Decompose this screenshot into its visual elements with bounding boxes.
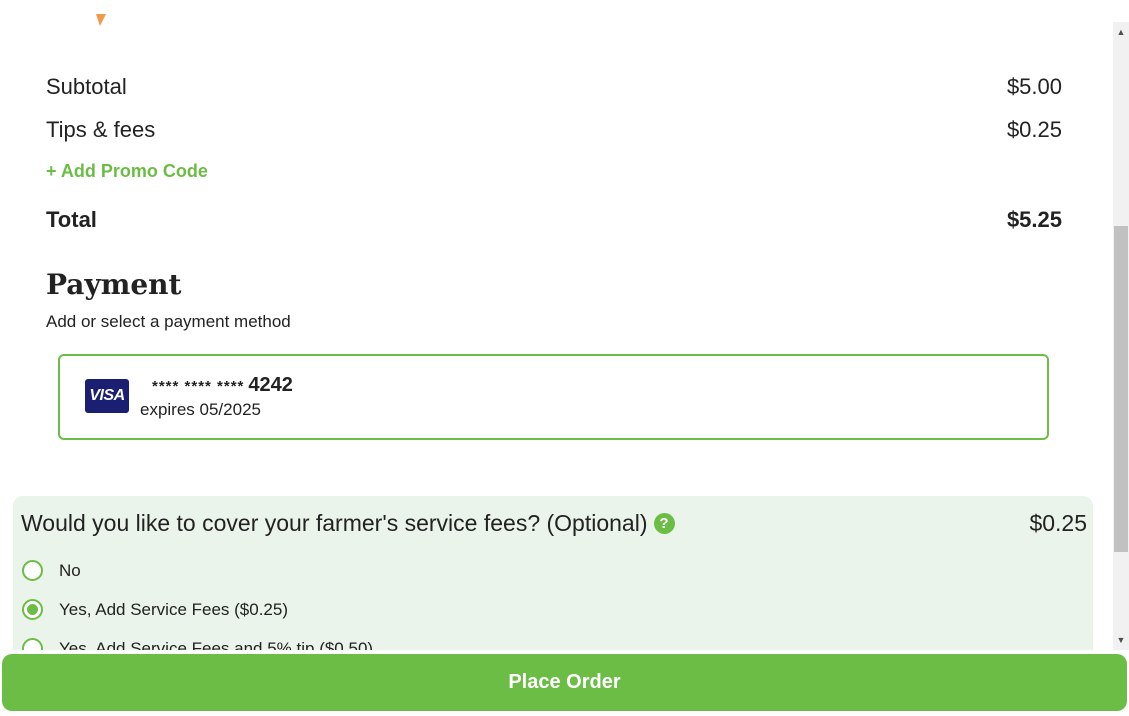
- total-label: Total: [46, 207, 97, 232]
- payment-subtitle: Add or select a payment method: [46, 312, 291, 331]
- service-fee-option-yes-tip[interactable]: Yes, Add Service Fees and 5% tip ($0.50): [22, 638, 373, 650]
- service-fee-option-no[interactable]: No: [22, 560, 81, 581]
- payment-heading: Payment: [46, 268, 182, 301]
- service-fee-panel: Would you like to cover your farmer's se…: [13, 496, 1093, 650]
- service-fee-option-label: Yes, Add Service Fees ($0.25): [59, 599, 289, 619]
- visa-icon: VISA: [85, 379, 129, 413]
- question-circle-icon[interactable]: ?: [653, 513, 675, 534]
- service-fee-option-label: No: [59, 560, 81, 580]
- card-masked-digits: **** **** ****: [152, 378, 245, 395]
- card-number: **** **** **** 4242: [152, 374, 293, 397]
- service-fee-amount: $0.25: [1029, 510, 1087, 536]
- subtotal-value: $5.00: [1006, 74, 1062, 99]
- radio-button[interactable]: [22, 638, 43, 650]
- total-row: Total $5.25: [46, 207, 1062, 233]
- total-value: $5.25: [1006, 207, 1062, 232]
- logo-fragment-icon: [96, 14, 106, 26]
- vertical-scrollbar[interactable]: ▲ ▼: [1113, 22, 1129, 650]
- service-fee-question: Would you like to cover your farmer's se…: [21, 510, 675, 537]
- scrollbar-thumb[interactable]: [1114, 226, 1128, 552]
- arrow-down-icon[interactable]: ▼: [1113, 632, 1129, 648]
- card-brand-label: VISA: [89, 387, 125, 404]
- fees-row: Tips & fees $0.25: [46, 117, 1062, 143]
- subtotal-row: Subtotal $5.00: [46, 74, 1062, 100]
- fees-label: Tips & fees: [46, 117, 156, 142]
- card-last4: 4242: [248, 374, 293, 396]
- arrow-up-icon[interactable]: ▲: [1113, 24, 1129, 40]
- subtotal-label: Subtotal: [46, 74, 127, 99]
- card-expiry: expires 05/2025: [140, 400, 261, 419]
- place-order-button[interactable]: Place Order: [2, 654, 1127, 711]
- service-fee-question-text: Would you like to cover your farmer's se…: [21, 510, 648, 536]
- add-promo-code-link[interactable]: + Add Promo Code: [46, 161, 208, 182]
- service-fee-option-label: Yes, Add Service Fees and 5% tip ($0.50): [59, 638, 374, 651]
- payment-card-option[interactable]: VISA **** **** **** 4242 expires 05/2025: [58, 354, 1049, 440]
- radio-button-selected[interactable]: [22, 599, 43, 620]
- radio-button[interactable]: [22, 560, 43, 581]
- fees-value: $0.25: [1006, 117, 1062, 142]
- service-fee-option-yes[interactable]: Yes, Add Service Fees ($0.25): [22, 599, 288, 620]
- checkout-scroll-area: Subtotal $5.00 Tips & fees $0.25 + Add P…: [0, 0, 1113, 650]
